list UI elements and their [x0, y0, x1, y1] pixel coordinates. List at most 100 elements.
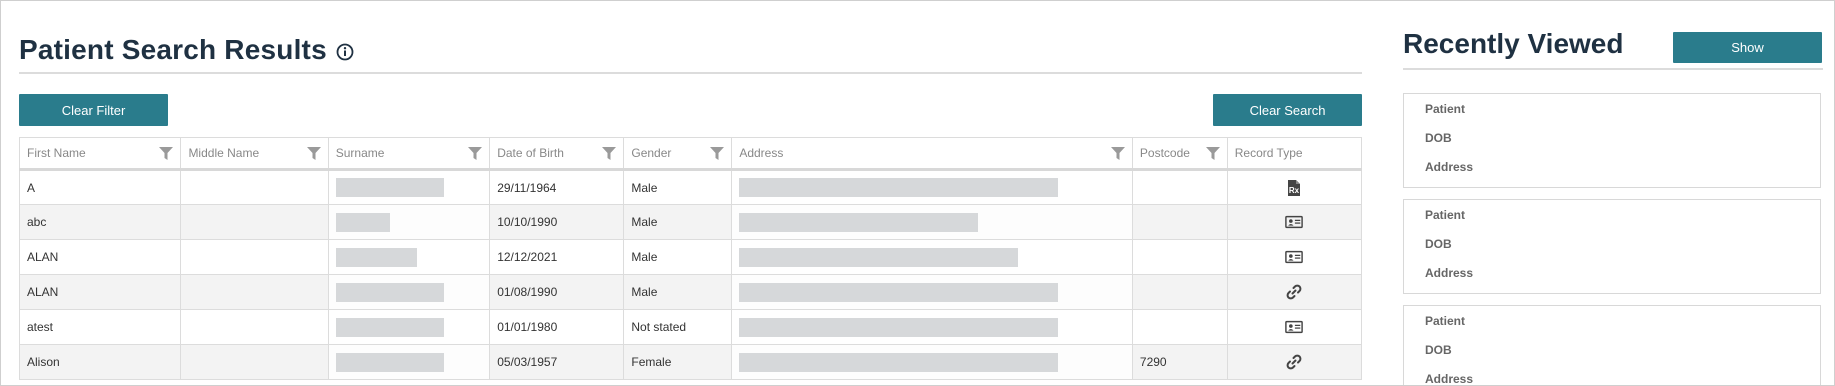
cell-middle-name [180, 309, 329, 345]
column-header-gender[interactable]: Gender [623, 137, 733, 171]
cell-record-type[interactable] [1226, 274, 1363, 310]
cell-middle-name [180, 344, 329, 380]
cell-first-name: atest [18, 309, 182, 345]
address-label: Address [1425, 372, 1474, 386]
cell-postcode [1131, 309, 1228, 345]
dob-label: DOB [1425, 131, 1452, 145]
cell-surname [327, 204, 491, 240]
column-header-date-of-birth[interactable]: Date of Birth [489, 137, 625, 171]
filter-icon[interactable] [306, 147, 321, 160]
table-header-row: First Name Middle Name Surname Date of B… [18, 137, 1363, 171]
results-table: First Name Middle Name Surname Date of B… [18, 137, 1363, 380]
cell-postcode [1131, 239, 1228, 275]
prescription-icon[interactable]: Rx [1285, 179, 1303, 197]
column-label: Surname [335, 146, 385, 160]
dob-label: DOB [1425, 343, 1452, 357]
filter-icon[interactable] [159, 147, 174, 160]
redacted-surname [335, 282, 444, 302]
cell-dob: 12/12/2021 [489, 239, 625, 275]
cell-record-type[interactable] [1226, 344, 1363, 380]
cell-first-name: ALAN [18, 239, 182, 275]
cell-postcode [1131, 204, 1228, 240]
cell-dob: 01/01/1980 [489, 309, 625, 345]
id-card-icon[interactable] [1285, 318, 1304, 336]
filter-icon[interactable] [468, 147, 483, 160]
recent-patient-card[interactable]: Patient DOB Address [1403, 305, 1821, 386]
cell-gender: Male [623, 169, 733, 205]
cell-dob: 05/03/1957 [489, 344, 625, 380]
column-header-middle-name[interactable]: Middle Name [180, 137, 329, 171]
cell-gender: Male [623, 239, 733, 275]
cell-middle-name [180, 169, 329, 205]
cell-dob: 01/08/1990 [489, 274, 625, 310]
table-row[interactable]: ALAN 01/08/1990 Male [18, 274, 1363, 310]
redacted-address [739, 282, 1059, 302]
table-row[interactable]: A 29/11/1964 Male Rx [18, 169, 1363, 205]
filter-icon[interactable] [1205, 147, 1220, 160]
address-label: Address [1425, 266, 1474, 280]
cell-address [731, 239, 1133, 275]
cell-first-name: ALAN [18, 274, 182, 310]
column-label: Record Type [1234, 146, 1303, 160]
column-header-surname[interactable]: Surname [327, 137, 491, 171]
column-header-address[interactable]: Address [731, 137, 1133, 171]
cell-address [731, 344, 1133, 380]
redacted-address [739, 178, 1059, 197]
filter-icon[interactable] [710, 147, 725, 160]
redacted-address [739, 352, 1059, 372]
table-row[interactable]: Alison 05/03/1957 Female 7290 [18, 344, 1363, 380]
cell-surname [327, 344, 491, 380]
cell-record-type[interactable]: Rx [1226, 169, 1363, 205]
cell-gender: Not stated [623, 309, 733, 345]
info-icon[interactable] [336, 43, 354, 61]
column-header-record-type[interactable]: Record Type [1226, 137, 1363, 171]
redacted-address [739, 212, 979, 232]
link-icon[interactable] [1285, 283, 1303, 301]
cell-postcode [1131, 274, 1228, 310]
cell-middle-name [180, 204, 329, 240]
cell-dob: 10/10/1990 [489, 204, 625, 240]
cell-surname [327, 274, 491, 310]
filter-icon[interactable] [602, 147, 617, 160]
cell-record-type[interactable] [1226, 239, 1363, 275]
cell-address [731, 309, 1133, 345]
column-label: First Name [27, 146, 86, 160]
dob-label: DOB [1425, 237, 1452, 251]
table-row[interactable]: ALAN 12/12/2021 Male [18, 239, 1363, 275]
clear-filter-button[interactable]: Clear Filter [19, 94, 168, 126]
cell-gender: Female [623, 344, 733, 380]
link-icon[interactable] [1285, 353, 1303, 371]
recently-viewed-divider [1403, 68, 1823, 70]
title-row: Patient Search Results [19, 34, 354, 66]
table-row[interactable]: atest 01/01/1980 Not stated [18, 309, 1363, 345]
column-header-postcode[interactable]: Postcode [1131, 137, 1228, 171]
cell-record-type[interactable] [1226, 204, 1363, 240]
redacted-surname [335, 247, 417, 267]
redacted-surname [335, 178, 444, 197]
cell-gender: Male [623, 204, 733, 240]
redacted-address [739, 317, 1059, 337]
cell-surname [327, 169, 491, 205]
column-header-first-name[interactable]: First Name [18, 137, 182, 171]
recent-patient-card[interactable]: Patient DOB Address [1403, 199, 1821, 294]
id-card-icon[interactable] [1285, 213, 1304, 231]
patient-label: Patient [1425, 314, 1466, 328]
cell-record-type[interactable] [1226, 309, 1363, 345]
recent-patient-card[interactable]: Patient DOB Address [1403, 93, 1821, 188]
filter-icon[interactable] [1110, 147, 1125, 160]
cell-middle-name [180, 274, 329, 310]
column-label: Middle Name [188, 146, 260, 160]
column-label: Date of Birth [497, 146, 564, 160]
show-recently-viewed-button[interactable]: Show [1673, 32, 1822, 63]
id-card-icon[interactable] [1285, 248, 1304, 266]
cell-address [731, 204, 1133, 240]
clear-search-button[interactable]: Clear Search [1213, 94, 1362, 126]
table-row[interactable]: abc 10/10/1990 Male [18, 204, 1363, 240]
cell-postcode: 7290 [1131, 344, 1228, 380]
patient-label: Patient [1425, 208, 1466, 222]
cell-postcode [1131, 169, 1228, 205]
cell-address [731, 274, 1133, 310]
recently-viewed-title: Recently Viewed [1403, 28, 1624, 59]
cell-address [731, 169, 1133, 205]
cell-first-name: abc [18, 204, 182, 240]
